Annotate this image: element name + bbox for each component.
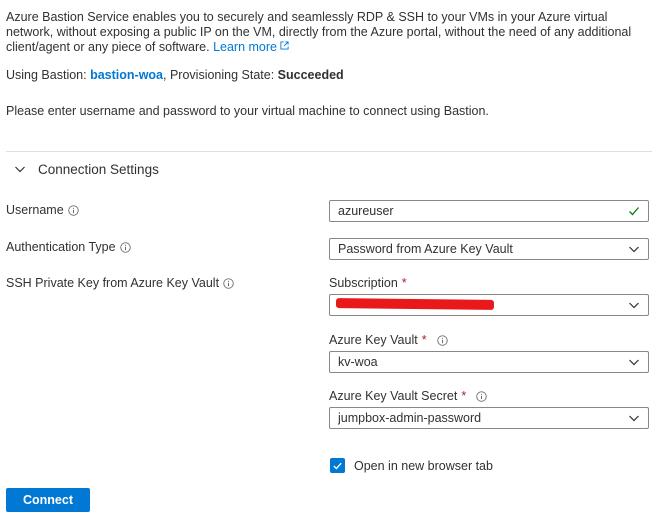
auth-type-label-text: Authentication Type	[6, 240, 116, 254]
chevron-down-icon	[629, 302, 639, 309]
info-icon[interactable]	[67, 204, 79, 216]
key-vault-dropdown[interactable]: kv-woa	[329, 351, 649, 373]
connection-settings-header[interactable]: Connection Settings	[14, 160, 159, 178]
required-asterisk: *	[401, 276, 407, 290]
key-vault-secret-label: Azure Key Vault Secret *	[329, 389, 487, 403]
username-value: azureuser	[338, 204, 394, 218]
bastion-name-link[interactable]: bastion-woa	[90, 68, 163, 82]
bastion-status-line: Using Bastion: bastion-woa, Provisioning…	[6, 68, 344, 82]
learn-more-link[interactable]: Learn more	[213, 40, 289, 54]
ssh-key-label: SSH Private Key from Azure Key Vault	[6, 276, 234, 290]
key-vault-label: Azure Key Vault *	[329, 333, 448, 347]
chevron-down-icon	[629, 415, 639, 422]
new-tab-checkbox[interactable]	[330, 458, 345, 473]
checkmark-icon	[333, 462, 342, 470]
provisioning-state-value: Succeeded	[277, 68, 344, 82]
learn-more-label: Learn more	[213, 40, 278, 54]
connect-button[interactable]: Connect	[6, 488, 90, 512]
chevron-down-icon	[629, 246, 639, 253]
intro-paragraph: Azure Bastion Service enables you to sec…	[6, 10, 651, 55]
chevron-down-icon	[629, 359, 639, 366]
subscription-label: Subscription *	[329, 276, 407, 290]
key-vault-secret-label-text: Azure Key Vault Secret	[329, 389, 458, 403]
instruction-text: Please enter username and password to yo…	[6, 104, 489, 118]
key-vault-secret-dropdown[interactable]: jumpbox-admin-password	[329, 407, 649, 429]
info-icon[interactable]	[223, 277, 234, 289]
auth-type-dropdown[interactable]: Password from Azure Key Vault	[329, 238, 649, 260]
using-bastion-label: Using Bastion:	[6, 68, 87, 82]
auth-type-value: Password from Azure Key Vault	[338, 242, 513, 256]
required-asterisk: *	[461, 389, 467, 403]
username-label-text: Username	[6, 203, 64, 217]
info-icon[interactable]	[476, 390, 487, 402]
provisioning-state-label: , Provisioning State:	[163, 68, 275, 82]
checkmark-icon	[629, 207, 639, 216]
username-label: Username	[6, 203, 79, 217]
new-tab-label[interactable]: Open in new browser tab	[354, 459, 493, 473]
subscription-label-text: Subscription	[329, 276, 398, 290]
username-input[interactable]: azureuser	[329, 200, 649, 222]
key-vault-label-text: Azure Key Vault	[329, 333, 418, 347]
chevron-down-icon	[15, 166, 25, 173]
section-divider	[6, 151, 652, 152]
redaction-mark	[335, 298, 495, 310]
auth-type-label: Authentication Type	[6, 240, 131, 254]
external-link-icon	[280, 41, 289, 50]
info-icon[interactable]	[436, 334, 448, 346]
key-vault-value: kv-woa	[338, 355, 378, 369]
intro-text: Azure Bastion Service enables you to sec…	[6, 10, 632, 54]
ssh-key-label-text: SSH Private Key from Azure Key Vault	[6, 276, 220, 290]
subscription-dropdown[interactable]	[329, 294, 649, 316]
section-title: Connection Settings	[38, 161, 159, 177]
key-vault-secret-value: jumpbox-admin-password	[338, 411, 482, 425]
required-asterisk: *	[421, 333, 427, 347]
info-icon[interactable]	[119, 241, 131, 253]
